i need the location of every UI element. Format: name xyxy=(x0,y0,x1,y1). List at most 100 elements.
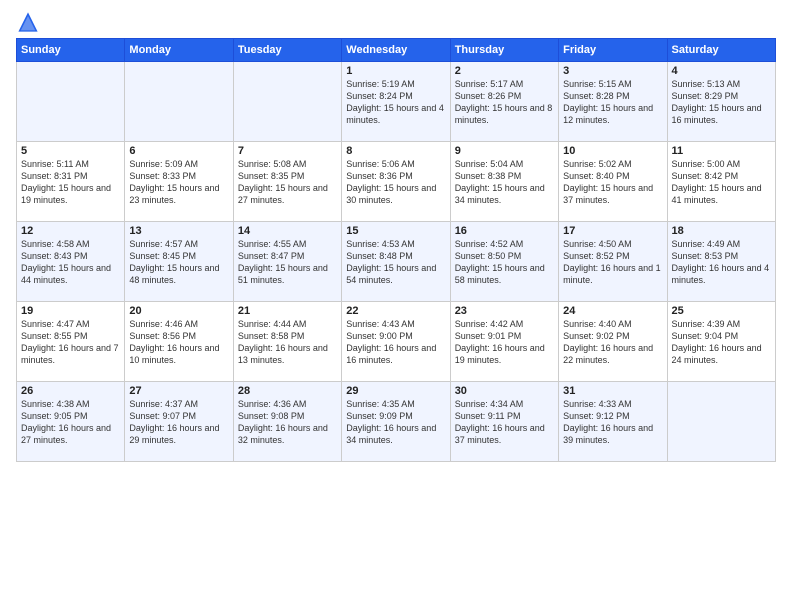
day-info: Sunrise: 4:36 AM Sunset: 9:08 PM Dayligh… xyxy=(238,398,337,447)
cell-4-3: 29Sunrise: 4:35 AM Sunset: 9:09 PM Dayli… xyxy=(342,382,450,462)
day-number: 15 xyxy=(346,225,445,237)
cell-3-5: 24Sunrise: 4:40 AM Sunset: 9:02 PM Dayli… xyxy=(559,302,667,382)
day-info: Sunrise: 5:09 AM Sunset: 8:33 PM Dayligh… xyxy=(129,158,228,207)
day-number: 4 xyxy=(672,65,771,77)
cell-4-0: 26Sunrise: 4:38 AM Sunset: 9:05 PM Dayli… xyxy=(17,382,125,462)
cell-3-3: 22Sunrise: 4:43 AM Sunset: 9:00 PM Dayli… xyxy=(342,302,450,382)
week-row-3: 19Sunrise: 4:47 AM Sunset: 8:55 PM Dayli… xyxy=(17,302,776,382)
day-number: 21 xyxy=(238,305,337,317)
day-info: Sunrise: 4:53 AM Sunset: 8:48 PM Dayligh… xyxy=(346,238,445,287)
day-number: 30 xyxy=(455,385,554,397)
week-row-4: 26Sunrise: 4:38 AM Sunset: 9:05 PM Dayli… xyxy=(17,382,776,462)
day-info: Sunrise: 5:06 AM Sunset: 8:36 PM Dayligh… xyxy=(346,158,445,207)
cell-1-4: 9Sunrise: 5:04 AM Sunset: 8:38 PM Daylig… xyxy=(450,142,558,222)
cell-4-1: 27Sunrise: 4:37 AM Sunset: 9:07 PM Dayli… xyxy=(125,382,233,462)
week-row-1: 5Sunrise: 5:11 AM Sunset: 8:31 PM Daylig… xyxy=(17,142,776,222)
day-info: Sunrise: 5:19 AM Sunset: 8:24 PM Dayligh… xyxy=(346,78,445,127)
cell-3-0: 19Sunrise: 4:47 AM Sunset: 8:55 PM Dayli… xyxy=(17,302,125,382)
cell-0-2 xyxy=(233,62,341,142)
day-number: 7 xyxy=(238,145,337,157)
cell-2-5: 17Sunrise: 4:50 AM Sunset: 8:52 PM Dayli… xyxy=(559,222,667,302)
day-number: 9 xyxy=(455,145,554,157)
cell-3-4: 23Sunrise: 4:42 AM Sunset: 9:01 PM Dayli… xyxy=(450,302,558,382)
cell-0-6: 4Sunrise: 5:13 AM Sunset: 8:29 PM Daylig… xyxy=(667,62,775,142)
day-info: Sunrise: 4:37 AM Sunset: 9:07 PM Dayligh… xyxy=(129,398,228,447)
day-info: Sunrise: 5:13 AM Sunset: 8:29 PM Dayligh… xyxy=(672,78,771,127)
logo-icon xyxy=(16,10,40,34)
day-number: 29 xyxy=(346,385,445,397)
col-header-friday: Friday xyxy=(559,39,667,62)
day-number: 26 xyxy=(21,385,120,397)
col-header-thursday: Thursday xyxy=(450,39,558,62)
day-number: 23 xyxy=(455,305,554,317)
day-info: Sunrise: 4:44 AM Sunset: 8:58 PM Dayligh… xyxy=(238,318,337,367)
day-info: Sunrise: 4:38 AM Sunset: 9:05 PM Dayligh… xyxy=(21,398,120,447)
day-info: Sunrise: 4:39 AM Sunset: 9:04 PM Dayligh… xyxy=(672,318,771,367)
day-number: 1 xyxy=(346,65,445,77)
day-info: Sunrise: 4:42 AM Sunset: 9:01 PM Dayligh… xyxy=(455,318,554,367)
day-number: 31 xyxy=(563,385,662,397)
cell-1-0: 5Sunrise: 5:11 AM Sunset: 8:31 PM Daylig… xyxy=(17,142,125,222)
day-info: Sunrise: 4:55 AM Sunset: 8:47 PM Dayligh… xyxy=(238,238,337,287)
day-number: 8 xyxy=(346,145,445,157)
day-info: Sunrise: 5:00 AM Sunset: 8:42 PM Dayligh… xyxy=(672,158,771,207)
day-number: 27 xyxy=(129,385,228,397)
cell-0-1 xyxy=(125,62,233,142)
day-number: 19 xyxy=(21,305,120,317)
day-number: 12 xyxy=(21,225,120,237)
day-number: 11 xyxy=(672,145,771,157)
day-number: 16 xyxy=(455,225,554,237)
cell-4-5: 31Sunrise: 4:33 AM Sunset: 9:12 PM Dayli… xyxy=(559,382,667,462)
day-info: Sunrise: 4:40 AM Sunset: 9:02 PM Dayligh… xyxy=(563,318,662,367)
cell-0-5: 3Sunrise: 5:15 AM Sunset: 8:28 PM Daylig… xyxy=(559,62,667,142)
day-number: 22 xyxy=(346,305,445,317)
col-header-tuesday: Tuesday xyxy=(233,39,341,62)
header-row: SundayMondayTuesdayWednesdayThursdayFrid… xyxy=(17,39,776,62)
cell-1-3: 8Sunrise: 5:06 AM Sunset: 8:36 PM Daylig… xyxy=(342,142,450,222)
day-info: Sunrise: 5:17 AM Sunset: 8:26 PM Dayligh… xyxy=(455,78,554,127)
day-info: Sunrise: 5:04 AM Sunset: 8:38 PM Dayligh… xyxy=(455,158,554,207)
cell-0-0 xyxy=(17,62,125,142)
calendar-table: SundayMondayTuesdayWednesdayThursdayFrid… xyxy=(16,38,776,462)
day-info: Sunrise: 4:33 AM Sunset: 9:12 PM Dayligh… xyxy=(563,398,662,447)
cell-2-3: 15Sunrise: 4:53 AM Sunset: 8:48 PM Dayli… xyxy=(342,222,450,302)
col-header-saturday: Saturday xyxy=(667,39,775,62)
day-info: Sunrise: 4:34 AM Sunset: 9:11 PM Dayligh… xyxy=(455,398,554,447)
day-number: 17 xyxy=(563,225,662,237)
week-row-0: 1Sunrise: 5:19 AM Sunset: 8:24 PM Daylig… xyxy=(17,62,776,142)
cell-1-1: 6Sunrise: 5:09 AM Sunset: 8:33 PM Daylig… xyxy=(125,142,233,222)
day-number: 13 xyxy=(129,225,228,237)
day-info: Sunrise: 5:15 AM Sunset: 8:28 PM Dayligh… xyxy=(563,78,662,127)
cell-2-4: 16Sunrise: 4:52 AM Sunset: 8:50 PM Dayli… xyxy=(450,222,558,302)
day-info: Sunrise: 4:58 AM Sunset: 8:43 PM Dayligh… xyxy=(21,238,120,287)
day-number: 6 xyxy=(129,145,228,157)
day-number: 2 xyxy=(455,65,554,77)
logo xyxy=(16,10,44,34)
day-number: 14 xyxy=(238,225,337,237)
day-info: Sunrise: 4:35 AM Sunset: 9:09 PM Dayligh… xyxy=(346,398,445,447)
day-info: Sunrise: 5:02 AM Sunset: 8:40 PM Dayligh… xyxy=(563,158,662,207)
cell-2-1: 13Sunrise: 4:57 AM Sunset: 8:45 PM Dayli… xyxy=(125,222,233,302)
day-number: 25 xyxy=(672,305,771,317)
cell-1-2: 7Sunrise: 5:08 AM Sunset: 8:35 PM Daylig… xyxy=(233,142,341,222)
day-number: 3 xyxy=(563,65,662,77)
cell-1-6: 11Sunrise: 5:00 AM Sunset: 8:42 PM Dayli… xyxy=(667,142,775,222)
day-number: 10 xyxy=(563,145,662,157)
cell-4-6 xyxy=(667,382,775,462)
col-header-sunday: Sunday xyxy=(17,39,125,62)
day-info: Sunrise: 4:52 AM Sunset: 8:50 PM Dayligh… xyxy=(455,238,554,287)
day-info: Sunrise: 4:47 AM Sunset: 8:55 PM Dayligh… xyxy=(21,318,120,367)
col-header-monday: Monday xyxy=(125,39,233,62)
day-info: Sunrise: 4:50 AM Sunset: 8:52 PM Dayligh… xyxy=(563,238,662,287)
cell-3-1: 20Sunrise: 4:46 AM Sunset: 8:56 PM Dayli… xyxy=(125,302,233,382)
day-number: 20 xyxy=(129,305,228,317)
day-info: Sunrise: 5:11 AM Sunset: 8:31 PM Dayligh… xyxy=(21,158,120,207)
week-row-2: 12Sunrise: 4:58 AM Sunset: 8:43 PM Dayli… xyxy=(17,222,776,302)
page-container: SundayMondayTuesdayWednesdayThursdayFrid… xyxy=(0,0,792,472)
cell-4-4: 30Sunrise: 4:34 AM Sunset: 9:11 PM Dayli… xyxy=(450,382,558,462)
cell-0-3: 1Sunrise: 5:19 AM Sunset: 8:24 PM Daylig… xyxy=(342,62,450,142)
day-info: Sunrise: 4:57 AM Sunset: 8:45 PM Dayligh… xyxy=(129,238,228,287)
cell-3-6: 25Sunrise: 4:39 AM Sunset: 9:04 PM Dayli… xyxy=(667,302,775,382)
cell-4-2: 28Sunrise: 4:36 AM Sunset: 9:08 PM Dayli… xyxy=(233,382,341,462)
cell-2-2: 14Sunrise: 4:55 AM Sunset: 8:47 PM Dayli… xyxy=(233,222,341,302)
